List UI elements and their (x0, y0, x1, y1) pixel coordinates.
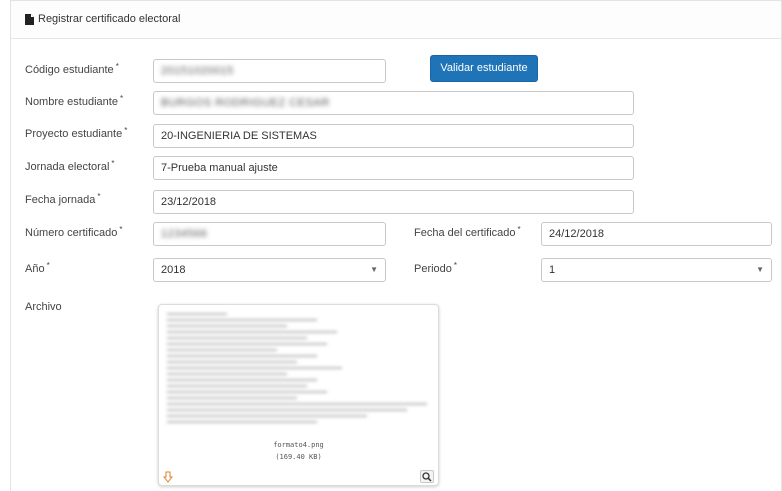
proyecto-input[interactable]: 20-INGENIERIA DE SISTEMAS (153, 124, 634, 148)
fecha-certificado-label: Fecha del certificado * (414, 225, 521, 239)
panel-title: Registrar certificado electoral (38, 13, 181, 25)
numero-label: Número certificado * (25, 225, 123, 239)
zoom-button[interactable] (420, 470, 434, 483)
numero-input[interactable]: 1234566 (153, 222, 386, 246)
file-size: (169.40 KB) (275, 453, 322, 461)
codigo-input[interactable]: 20151020015 (153, 59, 386, 83)
validar-estudiante-button[interactable]: Validar estudiante (430, 55, 538, 82)
proyecto-label: Proyecto estudiante * (25, 126, 128, 140)
nombre-input[interactable]: BURGOS RODRIGUEZ CESAR (153, 91, 634, 115)
file-preview[interactable]: formato4.png (169.40 KB) (158, 304, 439, 486)
zoom-icon (422, 472, 432, 482)
chevron-down-icon: ▼ (756, 265, 764, 274)
fecha-jornada-input[interactable]: 23/12/2018 (153, 190, 634, 214)
periodo-select[interactable]: 1 ▼ (541, 258, 772, 282)
jornada-label: Jornada electoral * (25, 159, 115, 173)
codigo-label: Código estudiante * (25, 62, 119, 76)
file-name: formato4.png (273, 441, 324, 449)
file-icon (25, 14, 34, 25)
preview-toolbar (159, 469, 438, 485)
jornada-input[interactable]: 7-Prueba manual ajuste (153, 156, 634, 180)
fecha-certificado-input[interactable]: 24/12/2018 (541, 222, 772, 246)
periodo-label: Periodo * (414, 261, 458, 275)
panel-heading: Registrar certificado electoral (11, 1, 781, 39)
drag-icon[interactable] (163, 471, 173, 483)
anio-label: Año * (25, 261, 50, 275)
file-thumbnail (161, 307, 436, 432)
anio-select[interactable]: 2018 ▼ (153, 258, 386, 282)
fecha-jornada-label: Fecha jornada * (25, 192, 101, 206)
chevron-down-icon: ▼ (370, 265, 378, 274)
nombre-label: Nombre estudiante * (25, 94, 124, 108)
archivo-label: Archivo (25, 301, 62, 313)
